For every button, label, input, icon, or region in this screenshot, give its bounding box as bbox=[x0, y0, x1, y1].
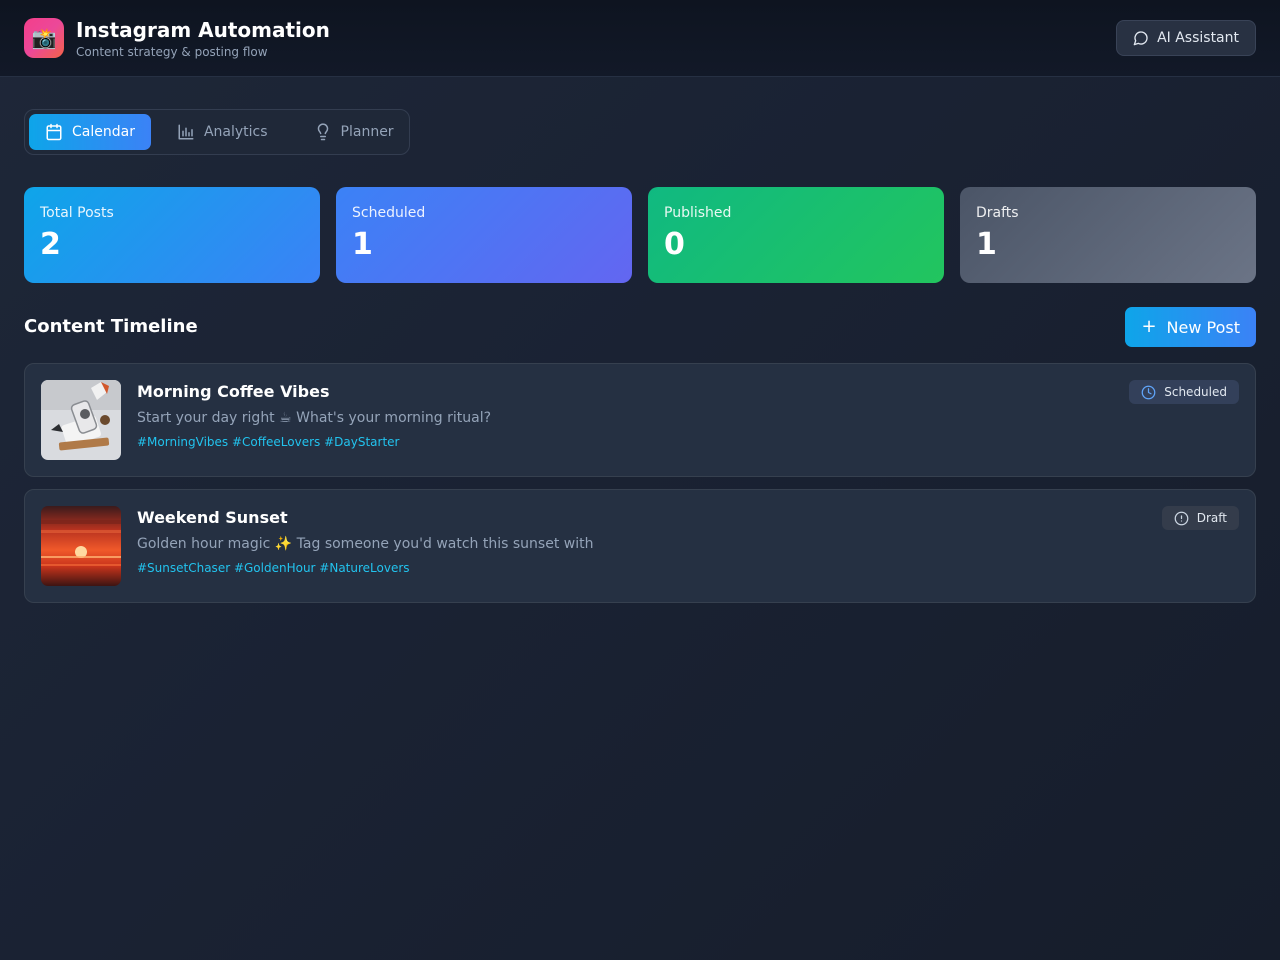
status-badge: Draft bbox=[1161, 506, 1239, 530]
new-post-button[interactable]: + New Post bbox=[1125, 307, 1256, 347]
tab-planner[interactable]: Planner bbox=[298, 114, 410, 150]
post-hashtags: #SunsetChaser #GoldenHour #NatureLovers bbox=[137, 561, 410, 575]
ai-assistant-label: AI Assistant bbox=[1157, 30, 1239, 46]
post-title: Morning Coffee Vibes bbox=[137, 382, 330, 401]
header-titles: Instagram Automation Content strategy & … bbox=[76, 18, 330, 59]
post-caption: Golden hour magic ✨ Tag someone you'd wa… bbox=[137, 536, 594, 552]
post-thumbnail-coffee bbox=[41, 380, 121, 460]
stat-label: Total Posts bbox=[40, 205, 114, 221]
post-body: Morning Coffee Vibes Start your day righ… bbox=[137, 382, 491, 449]
post-card[interactable]: Weekend Sunset Golden hour magic ✨ Tag s… bbox=[24, 489, 1256, 603]
sunset-image-icon bbox=[41, 506, 121, 586]
stats-row: Total Posts 2 Scheduled 1 Published 0 Dr… bbox=[24, 187, 1256, 283]
stat-card-scheduled: Scheduled 1 bbox=[336, 187, 632, 283]
clock-icon bbox=[1141, 385, 1156, 399]
status-badge: Scheduled bbox=[1129, 380, 1239, 404]
tab-label: Planner bbox=[340, 124, 394, 140]
tab-label: Calendar bbox=[72, 124, 135, 140]
view-tabs: Calendar Analytics Planner bbox=[24, 109, 410, 155]
stat-label: Published bbox=[664, 205, 732, 221]
post-card[interactable]: Morning Coffee Vibes Start your day righ… bbox=[24, 363, 1256, 477]
new-post-label: New Post bbox=[1166, 317, 1240, 337]
status-label: Draft bbox=[1196, 511, 1227, 525]
stat-card-drafts: Drafts 1 bbox=[960, 187, 1256, 283]
ai-assistant-button[interactable]: AI Assistant bbox=[1116, 20, 1256, 56]
chat-bubble-icon bbox=[1133, 31, 1148, 46]
app-header: 📸 Instagram Automation Content strategy … bbox=[0, 0, 1280, 77]
app-subtitle: Content strategy & posting flow bbox=[76, 44, 268, 59]
plus-icon: + bbox=[1141, 316, 1157, 337]
stat-card-published: Published 0 bbox=[648, 187, 944, 283]
bar-chart-icon bbox=[178, 124, 194, 140]
stat-label: Scheduled bbox=[352, 205, 426, 221]
stat-value: 0 bbox=[664, 227, 685, 262]
stat-value: 2 bbox=[40, 227, 61, 262]
post-thumbnail-sunset bbox=[41, 506, 121, 586]
coffee-image-icon bbox=[41, 380, 121, 460]
lightbulb-icon bbox=[317, 123, 328, 141]
stat-card-total-posts: Total Posts 2 bbox=[24, 187, 320, 283]
post-hashtags: #MorningVibes #CoffeeLovers #DayStarter bbox=[137, 435, 400, 449]
tab-calendar[interactable]: Calendar bbox=[29, 114, 151, 150]
tab-label: Analytics bbox=[203, 124, 268, 140]
post-title: Weekend Sunset bbox=[137, 508, 288, 527]
alert-circle-icon bbox=[1174, 511, 1189, 525]
section-title: Content Timeline bbox=[24, 316, 198, 337]
app-title: Instagram Automation bbox=[76, 17, 330, 42]
calendar-icon bbox=[46, 123, 62, 141]
post-body: Weekend Sunset Golden hour magic ✨ Tag s… bbox=[137, 508, 593, 575]
camera-logo-icon: 📸 bbox=[24, 18, 64, 58]
status-label: Scheduled bbox=[1164, 385, 1227, 399]
post-caption: Start your day right ☕ What's your morni… bbox=[137, 410, 492, 426]
tab-analytics[interactable]: Analytics bbox=[161, 114, 284, 150]
stat-value: 1 bbox=[976, 227, 997, 262]
stat-label: Drafts bbox=[976, 205, 1019, 221]
stat-value: 1 bbox=[352, 227, 373, 262]
